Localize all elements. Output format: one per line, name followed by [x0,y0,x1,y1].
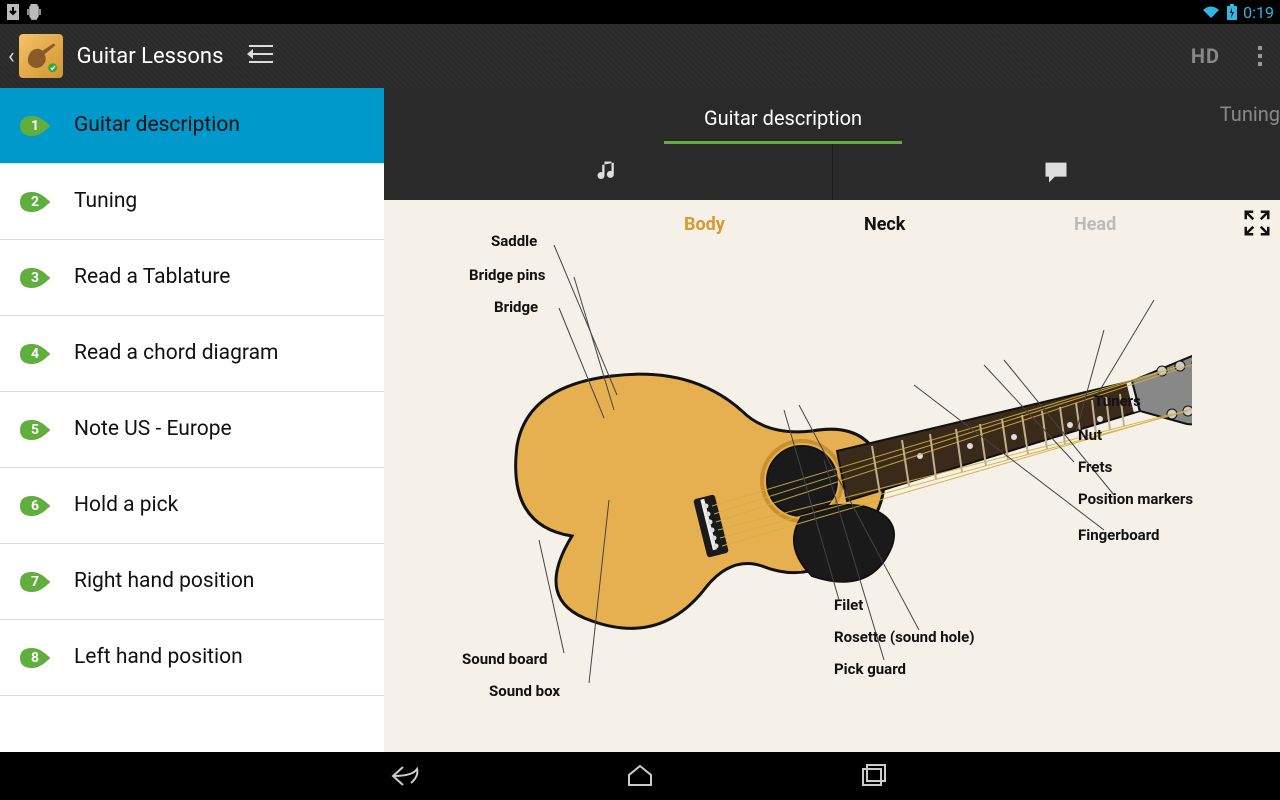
sidebar-item-label: Hold a pick [74,493,178,518]
speech-bubble-icon [1042,158,1070,186]
label-rosette: Rosette (sound hole) [834,628,974,646]
lesson-badge-icon: 6 [18,493,52,519]
wifi-icon [1201,4,1221,20]
lesson-badge-icon: 5 [18,417,52,443]
sidebar-item-label: Read a Tablature [74,265,230,290]
download-icon [6,4,20,20]
music-note-icon [594,158,622,186]
label-filet: Filet [834,596,863,614]
system-nav-bar [0,752,1280,800]
tab-tuning[interactable]: Tuning [1180,102,1280,126]
nav-home-button[interactable] [623,763,657,789]
fullscreen-button[interactable] [1242,208,1272,238]
sub-tab-comments[interactable] [833,144,1280,200]
hd-button[interactable]: HD [1191,44,1220,68]
lesson-badge-icon: 2 [18,189,52,215]
label-sound-board: Sound board [462,650,547,668]
nav-back-button[interactable] [389,763,423,789]
list-toggle-icon[interactable] [247,43,275,69]
label-tuners: Tuners [1094,392,1141,410]
label-saddle: Saddle [491,232,537,250]
label-sound-box: Sound box [489,682,560,700]
sidebar-item-hold-pick[interactable]: 6 Hold a pick [0,468,384,544]
app-icon[interactable] [19,34,63,78]
label-position-markers: Position markers [1078,490,1193,508]
label-fingerboard: Fingerboard [1078,526,1160,544]
lesson-badge-icon: 1 [18,113,52,139]
sidebar-item-label: Note US - Europe [74,417,232,442]
guitar-illustration [472,266,1192,686]
content-tabs: Guitar description Tuning [384,88,1280,144]
app-title: Guitar Lessons [77,44,224,69]
label-pick-guard: Pick guard [834,660,906,678]
sidebar-item-label: Right hand position [74,569,254,594]
section-label-neck: Neck [864,214,905,235]
sidebar-item-label: Read a chord diagram [74,341,278,366]
sidebar-item-chord-diagram[interactable]: 4 Read a chord diagram [0,316,384,392]
nav-recent-button[interactable] [857,763,891,789]
sidebar: 1 Guitar description 2 Tuning 3 Read a T… [0,88,384,752]
sidebar-item-left-hand[interactable]: 8 Left hand position [0,620,384,696]
sidebar-item-note-us-europe[interactable]: 5 Note US - Europe [0,392,384,468]
android-debug-icon [26,4,42,20]
section-label-head: Head [1074,214,1116,235]
guitar-diagram: Body Neck Head [384,200,1280,752]
tab-guitar-description[interactable]: Guitar description [664,92,902,144]
sidebar-item-label: Left hand position [74,645,243,670]
sidebar-item-tuning[interactable]: 2 Tuning [0,164,384,240]
battery-charging-icon [1227,4,1237,20]
lesson-badge-icon: 8 [18,645,52,671]
label-frets: Frets [1078,458,1112,476]
sidebar-item-label: Guitar description [74,113,240,138]
overflow-menu-button[interactable] [1248,40,1272,72]
sidebar-item-guitar-description[interactable]: 1 Guitar description [0,88,384,164]
back-button[interactable]: ‹ [8,44,19,69]
status-bar: 0:19 [0,0,1280,24]
sidebar-item-right-hand[interactable]: 7 Right hand position [0,544,384,620]
label-bridge-pins: Bridge pins [469,266,545,284]
status-time: 0:19 [1243,3,1274,22]
sidebar-item-read-tablature[interactable]: 3 Read a Tablature [0,240,384,316]
lesson-badge-icon: 3 [18,265,52,291]
label-nut: Nut [1078,426,1102,444]
lesson-badge-icon: 7 [18,569,52,595]
lesson-badge-icon: 4 [18,341,52,367]
action-bar: ‹ Guitar Lessons HD [0,24,1280,88]
content-area: Guitar description Tuning Body Neck Head [384,88,1280,752]
sub-tab-audio[interactable] [384,144,833,200]
sidebar-item-label: Tuning [74,189,137,214]
label-bridge: Bridge [494,298,538,316]
sub-tabs [384,144,1280,200]
section-label-body: Body [684,214,725,235]
